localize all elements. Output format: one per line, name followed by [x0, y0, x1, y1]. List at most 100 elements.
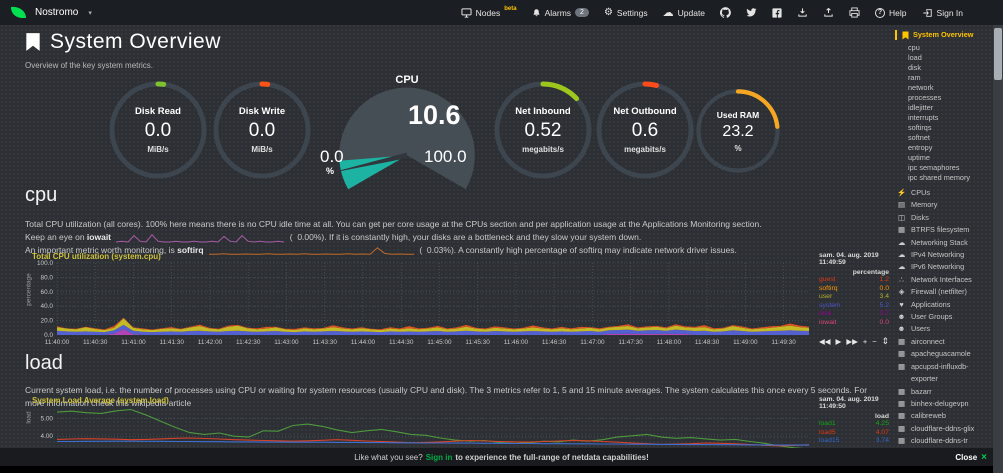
- legend-item-guest[interactable]: guest1.2: [819, 276, 889, 285]
- sidebar-item-interrupts[interactable]: interrupts: [895, 113, 993, 123]
- sidebar-item-softnet[interactable]: softnet: [895, 133, 993, 143]
- sidebar-item-binhex-delugevpn[interactable]: ▦binhex-delugevpn: [895, 398, 993, 410]
- sidebar-item-ipc-semaphores[interactable]: ipc semaphores: [895, 163, 993, 173]
- load-chart[interactable]: System Load Average (system.load) load 4…: [25, 396, 890, 448]
- sidebar-item-apcupsd-influxdb-exporter[interactable]: ▦apcupsd-influxdb-exporter: [895, 361, 993, 386]
- gauge-net-outbound[interactable]: Net Outbound 0.6 megabits/s: [595, 80, 695, 180]
- legend-label: system: [819, 302, 841, 311]
- sidebar-item-ram[interactable]: ram: [895, 73, 993, 83]
- gauge-disk-write[interactable]: Disk Write 0.0 MiB/s: [212, 80, 312, 180]
- twitter-button[interactable]: [746, 7, 757, 18]
- gauge-cpu[interactable]: CPU 10.6 0.0 % 100.0: [312, 74, 502, 184]
- banner-text-pre: Like what you see?: [354, 453, 423, 462]
- print-button[interactable]: [849, 7, 860, 18]
- legend-item-nice[interactable]: nice0.7: [819, 310, 889, 319]
- page-scrollbar[interactable]: [993, 25, 1003, 473]
- pan-forward-button[interactable]: ▶▶: [846, 337, 858, 346]
- github-button[interactable]: [720, 7, 731, 18]
- bolt-icon: ⚡: [897, 187, 906, 199]
- legend-label: load1: [819, 420, 836, 429]
- legend-item-load5[interactable]: load54.07: [819, 429, 889, 438]
- right-sidebar-menu: System Overview cpuloaddiskramnetworkpro…: [895, 30, 993, 448]
- legend-time: 11:49:59: [819, 259, 889, 266]
- gauge-used-ram[interactable]: Used RAM 23.2 %: [695, 88, 781, 174]
- sidebar-item-apacheguacamole[interactable]: ▦apacheguacamole: [895, 348, 993, 360]
- sidebar-item-airconnect[interactable]: ▦airconnect: [895, 336, 993, 348]
- cloud-icon: ☁: [897, 249, 906, 261]
- banner-signin-link[interactable]: Sign in: [426, 453, 453, 462]
- legend-item-system[interactable]: system5.2: [819, 302, 889, 311]
- settings-button[interactable]: ⚙ Settings: [604, 7, 648, 18]
- chart-toolbox: ◀◀ ▶ ▶▶ + − ⇕: [819, 336, 889, 347]
- update-button[interactable]: ☁ Update: [663, 6, 705, 19]
- sidebar-item-label: IPv4 Networking: [911, 249, 964, 261]
- host-selector[interactable]: Nostromo ▾: [10, 5, 92, 20]
- sidebar-item-load[interactable]: load: [895, 53, 993, 63]
- sidebar-item-entropy[interactable]: entropy: [895, 143, 993, 153]
- sidebar-item-btrfs-filesystem[interactable]: ▦BTRFS filesystem: [895, 224, 993, 236]
- legend-item-load1[interactable]: load14.25: [819, 420, 889, 429]
- cpu-chart-plot[interactable]: 0.020.040.060.080.0100.011:40:0011:40:30…: [27, 260, 815, 352]
- sidebar-item-memory[interactable]: ▤Memory: [895, 199, 993, 211]
- alarms-button[interactable]: Alarms 2: [532, 8, 589, 18]
- cpu-chart[interactable]: Total CPU utilization (system.cpu) perce…: [25, 252, 890, 352]
- sidebar-item-label: binhex-delugevpn: [911, 398, 969, 410]
- signin-button[interactable]: Sign In: [922, 8, 963, 18]
- sidebar-item-ipv4-networking[interactable]: ☁ IPv4 Networking: [895, 249, 993, 261]
- play-button[interactable]: ▶: [836, 337, 842, 346]
- legend-item-load15[interactable]: load153.74: [819, 437, 889, 446]
- gauge-disk-read[interactable]: Disk Read 0.0 MiB/s: [108, 80, 208, 180]
- svg-text:11:41:30: 11:41:30: [159, 339, 184, 346]
- sidebar-item-cpus[interactable]: ⚡CPUs: [895, 187, 993, 199]
- sidebar-item-label: Users: [911, 323, 930, 335]
- sidebar-item-system-overview[interactable]: System Overview: [895, 30, 993, 40]
- alarms-count-badge: 2: [575, 8, 589, 17]
- sidebar-item-ipc-shared-memory[interactable]: ipc shared memory: [895, 173, 993, 183]
- legend-item-softirq[interactable]: softirq0.0: [819, 285, 889, 294]
- zoom-in-button[interactable]: +: [863, 337, 867, 346]
- nodes-button[interactable]: Nodes beta: [461, 8, 517, 18]
- sidebar-item-label: System Overview: [913, 30, 973, 40]
- sidebar-item-network-interfaces[interactable]: ∴Network Interfaces: [895, 274, 993, 286]
- sidebar-item-applications[interactable]: ♥Applications: [895, 299, 993, 311]
- scrollbar-thumb[interactable]: [994, 28, 1002, 80]
- netdata-logo-icon: [10, 5, 27, 20]
- bookmark-icon: [25, 32, 41, 52]
- help-button[interactable]: ? Help: [875, 8, 906, 18]
- sidebar-item-networking-stack[interactable]: ☁Networking Stack: [895, 237, 993, 249]
- export-snapshot-button[interactable]: [823, 7, 834, 18]
- facebook-button[interactable]: [772, 8, 782, 18]
- pan-backward-button[interactable]: ◀◀: [819, 337, 831, 346]
- sidebar-item-cloudflare-ddns-tr[interactable]: ▦cloudflare-ddns-tr: [895, 435, 993, 447]
- legend-item-iowait[interactable]: iowait0.0: [819, 319, 889, 328]
- sidebar-item-idlejitter[interactable]: idlejitter: [895, 103, 993, 113]
- gauge-unit: megabits/s: [522, 145, 564, 154]
- sidebar-item-user-groups[interactable]: ☻User Groups: [895, 311, 993, 323]
- legend-item-user[interactable]: user3.4: [819, 293, 889, 302]
- sidebar-item-disks[interactable]: ◫Disks: [895, 212, 993, 224]
- top-navbar: Nostromo ▾ Nodes beta Alarms 2 ⚙: [0, 0, 1003, 25]
- zoom-out-button[interactable]: −: [872, 337, 876, 346]
- sidebar-item-processes[interactable]: processes: [895, 93, 993, 103]
- sidebar-item-cpu[interactable]: cpu: [895, 43, 993, 53]
- sidebar-item-cloudflare-ddns-glix[interactable]: ▦cloudflare-ddns-glix: [895, 423, 993, 435]
- sidebar-item-bazarr[interactable]: ▦bazarr: [895, 386, 993, 398]
- sidebar-item-softirqs[interactable]: softirqs: [895, 123, 993, 133]
- import-snapshot-button[interactable]: [797, 7, 808, 18]
- bookmark-icon: [902, 31, 909, 40]
- resize-handle[interactable]: ⇕: [882, 336, 890, 347]
- iowait-sparkline[interactable]: [116, 233, 284, 243]
- gear-icon: ⚙: [604, 7, 613, 18]
- svg-text:11:49:30: 11:49:30: [771, 339, 796, 346]
- sidebar-item-firewall-netfilter-[interactable]: ◈Firewall (netfilter): [895, 286, 993, 298]
- banner-close-button[interactable]: Close ×: [955, 452, 987, 463]
- svg-text:100.0: 100.0: [37, 260, 53, 267]
- sidebar-item-uptime[interactable]: uptime: [895, 153, 993, 163]
- sidebar-item-calibreweb[interactable]: ▦calibreweb: [895, 410, 993, 422]
- sidebar-item-network[interactable]: network: [895, 83, 993, 93]
- sidebar-item-ipv6-networking[interactable]: ☁IPv6 Networking: [895, 261, 993, 273]
- gauge-net-inbound[interactable]: Net Inbound 0.52 megabits/s: [493, 80, 593, 180]
- sidebar-item-disk[interactable]: disk: [895, 63, 993, 73]
- load-chart-plot[interactable]: 4.005.00: [27, 404, 815, 448]
- sidebar-item-users[interactable]: ☻Users: [895, 323, 993, 335]
